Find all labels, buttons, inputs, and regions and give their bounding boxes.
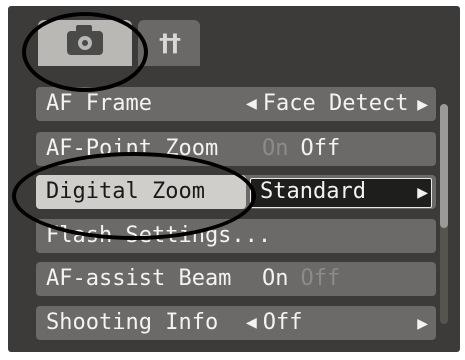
menu-item-label: Shooting Info [46, 310, 219, 335]
tab-settings[interactable]: †† [138, 20, 200, 66]
camera-icon [67, 25, 103, 55]
menu-item-af-frame[interactable]: AF Frame ◀ Face Detect ▶ [36, 87, 436, 121]
menu-item-value: Standard [260, 179, 366, 204]
menu-item-label: Digital Zoom [46, 179, 205, 204]
menu-item-flash-settings[interactable]: Flash Settings... [36, 219, 436, 253]
menu-item-digital-zoom[interactable]: Digital Zoom Standard ▶ [36, 175, 436, 209]
option-off[interactable]: Off [301, 266, 341, 291]
menu-item-af-point-zoom[interactable]: AF-Point Zoom On Off [36, 132, 436, 166]
menu-item-label: AF-assist Beam [46, 266, 232, 291]
arrow-left-icon[interactable]: ◀ [246, 96, 257, 112]
menu-item-label: Flash Settings... [46, 223, 272, 248]
menu-item-label: AF-Point Zoom [46, 136, 219, 161]
menu-item-shooting-info[interactable]: Shooting Info ◀ Off ▶ [36, 306, 436, 340]
menu-item-label: AF Frame [46, 91, 152, 116]
option-on[interactable]: On [262, 136, 289, 161]
wrench-icon: †† [159, 29, 181, 57]
arrow-left-icon[interactable]: ◀ [246, 315, 257, 331]
option-on[interactable]: On [262, 266, 289, 291]
scrollbar-thumb[interactable] [440, 104, 448, 228]
option-off[interactable]: Off [301, 136, 341, 161]
menu-item-af-assist-beam[interactable]: AF-assist Beam On Off [36, 262, 436, 296]
arrow-right-icon[interactable]: ▶ [417, 97, 428, 113]
tab-camera[interactable] [38, 20, 132, 66]
arrow-right-icon[interactable]: ▶ [417, 185, 428, 201]
arrow-right-icon[interactable]: ▶ [417, 316, 428, 332]
scrollbar[interactable] [440, 104, 448, 324]
camera-lcd-screen: †† AF Frame ◀ Face Detect ▶ AF-Point Zoo… [0, 0, 465, 360]
menu-item-value: Face Detect [262, 91, 409, 116]
menu-item-value: Off [262, 310, 303, 335]
